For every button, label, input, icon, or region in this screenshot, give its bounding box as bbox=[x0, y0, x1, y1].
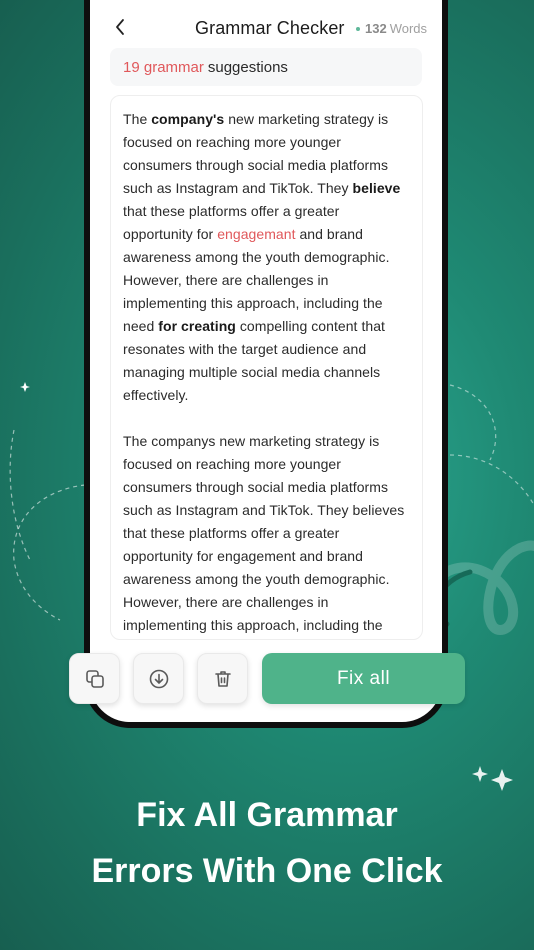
copy-button[interactable] bbox=[69, 653, 120, 704]
suggestions-label: suggestions bbox=[207, 58, 288, 76]
headline-line-2: Errors With One Click bbox=[91, 852, 443, 890]
paragraph-original: The companys new marketing strategy is f… bbox=[123, 433, 405, 633]
paragraph-corrected: The company's new marketing strategy is … bbox=[123, 108, 411, 407]
delete-button[interactable] bbox=[197, 653, 248, 704]
headline-line-1: Fix All Grammar bbox=[136, 796, 398, 834]
app-screen: Grammar Checker 132 Words 19 grammar sug… bbox=[90, 0, 442, 722]
page-title: Grammar Checker bbox=[195, 18, 345, 38]
download-button[interactable] bbox=[133, 653, 184, 704]
highlight-correction[interactable]: believe bbox=[353, 180, 401, 196]
text-editor[interactable]: The company's new marketing strategy is … bbox=[110, 95, 423, 640]
chevron-left-icon bbox=[116, 19, 124, 35]
word-count: 132 Words bbox=[356, 21, 427, 36]
text-segment: The bbox=[123, 111, 152, 127]
back-button[interactable] bbox=[108, 12, 132, 42]
word-count-value: 132 bbox=[365, 21, 387, 36]
suggestions-banner[interactable]: 19 grammar suggestions bbox=[110, 48, 422, 86]
status-dot bbox=[356, 26, 360, 31]
suggestions-count: 19 grammar bbox=[123, 58, 204, 76]
download-icon bbox=[149, 669, 168, 688]
copy-icon bbox=[85, 669, 104, 688]
highlight-error[interactable]: engagemant bbox=[217, 226, 295, 242]
highlight-correction[interactable]: for creating bbox=[158, 318, 236, 334]
highlight-correction[interactable]: company's bbox=[151, 111, 224, 127]
fix-all-button[interactable]: Fix all bbox=[262, 653, 465, 704]
promo-headline: Fix All Grammar Errors With One Click bbox=[0, 787, 534, 899]
trash-icon bbox=[214, 670, 231, 687]
word-count-unit: Words bbox=[389, 21, 428, 36]
